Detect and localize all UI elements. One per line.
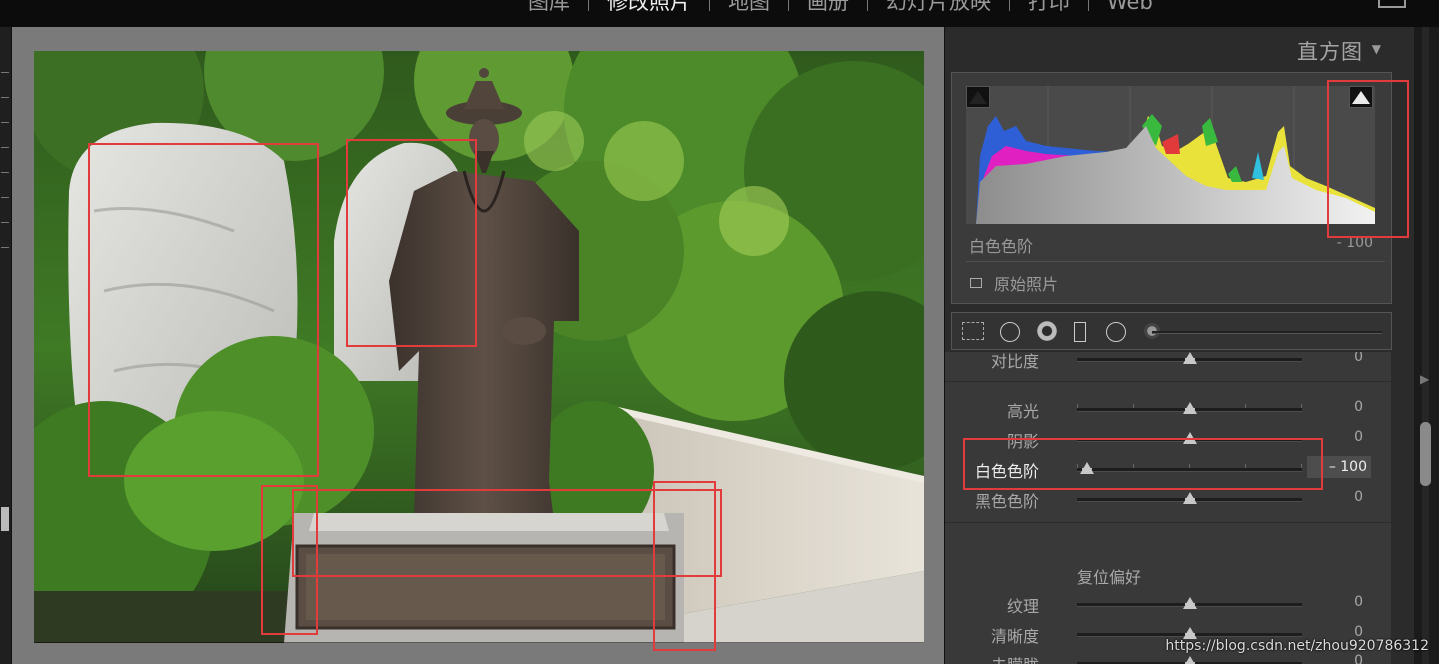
- triangle-up-icon: [969, 91, 987, 104]
- divider: [945, 381, 1391, 382]
- spot-removal-icon[interactable]: [1000, 322, 1020, 342]
- triangle-right-icon[interactable]: ▶: [1420, 372, 1429, 386]
- module-library[interactable]: 图库: [510, 0, 588, 14]
- module-slideshow[interactable]: 幻灯片放映: [868, 0, 1009, 14]
- slider-knob[interactable]: [1182, 656, 1197, 664]
- slider-value[interactable]: 0: [1354, 352, 1363, 365]
- annotation-box: [1327, 80, 1409, 238]
- left-tick: [1, 72, 9, 73]
- scroll-thumb[interactable]: [1420, 422, 1431, 486]
- slider-tick: [1245, 404, 1246, 408]
- watermark: https://blog.csdn.net/zhou920786312: [1165, 638, 1429, 654]
- slider-value[interactable]: 0: [1354, 653, 1363, 664]
- slider-knob[interactable]: [1182, 492, 1197, 504]
- slider-row-contrast: 对比度 0: [945, 352, 1391, 372]
- blacks-slider[interactable]: [1077, 492, 1302, 504]
- highlights-slider[interactable]: [1077, 402, 1302, 414]
- module-list: 图库 修改照片 地图 画册 幻灯片放映 打印 Web: [510, 0, 1171, 14]
- divider: [966, 261, 1385, 262]
- brush-size-track[interactable]: [1152, 331, 1382, 334]
- graduated-filter-icon[interactable]: [1074, 322, 1086, 342]
- histogram-title[interactable]: 直方图: [1297, 36, 1363, 66]
- radial-filter-icon[interactable]: [1106, 322, 1126, 342]
- scroll-track[interactable]: [1422, 27, 1429, 664]
- left-tick: [1, 222, 9, 223]
- slider-label: 对比度: [990, 352, 1039, 371]
- slider-tick: [1077, 404, 1078, 408]
- crop-overlay-icon[interactable]: [962, 322, 984, 340]
- shadow-clipping-button[interactable]: [966, 86, 990, 108]
- slider-knob[interactable]: [1182, 352, 1197, 364]
- slider-value[interactable]: 0: [1354, 594, 1363, 610]
- slider-tick: [1301, 404, 1302, 408]
- left-tick: [1, 122, 9, 123]
- module-book[interactable]: 画册: [789, 0, 867, 14]
- slider-value[interactable]: 0: [1354, 399, 1363, 415]
- histogram-graph: [966, 86, 1375, 224]
- develop-panel: 直方图 ▼ 白色色阶 - 100 原始照片 对比度 0 高光 0 阴影 0 白色…: [944, 27, 1415, 664]
- slider-label: 黑色色阶: [974, 492, 1039, 511]
- module-print[interactable]: 打印: [1010, 0, 1088, 14]
- slider-label: 清晰度: [990, 627, 1039, 646]
- left-tick: [1, 147, 9, 148]
- annotation-box: [653, 481, 716, 651]
- contrast-slider[interactable]: [1077, 352, 1302, 364]
- texture-slider[interactable]: [1077, 597, 1302, 609]
- divider: [945, 522, 1391, 523]
- clarity-slider[interactable]: [1077, 627, 1302, 639]
- left-tick: [1, 197, 9, 198]
- annotation-box: [346, 139, 477, 347]
- left-tick: [1, 247, 9, 248]
- annotation-box: [88, 143, 319, 477]
- module-bar: 图库 修改照片 地图 画册 幻灯片放映 打印 Web: [0, 0, 1439, 27]
- tool-strip: [951, 312, 1392, 350]
- panel-scrollbar[interactable]: [1414, 27, 1439, 664]
- slider-knob[interactable]: [1182, 402, 1197, 414]
- left-panel-edge[interactable]: [0, 27, 12, 664]
- panel-toggle-icon[interactable]: [1378, 0, 1406, 8]
- module-develop[interactable]: 修改照片: [589, 0, 709, 14]
- slider-label: 高光: [1006, 402, 1039, 421]
- slider-value[interactable]: 0: [1354, 429, 1363, 445]
- module-map[interactable]: 地图: [710, 0, 788, 14]
- left-tick: [1, 97, 9, 98]
- slider-row-highlights: 高光 0: [945, 396, 1391, 422]
- slider-row-texture: 纹理 0: [945, 591, 1391, 617]
- red-eye-icon[interactable]: [1036, 320, 1058, 342]
- slider-knob[interactable]: [1182, 597, 1197, 609]
- histogram-info-label: 白色色阶: [969, 237, 1034, 256]
- slider-tick: [1133, 404, 1134, 408]
- left-scroll-thumb[interactable]: [1, 507, 9, 531]
- original-photo-checkbox[interactable]: [970, 278, 982, 288]
- module-web[interactable]: Web: [1089, 0, 1171, 14]
- photo-canvas[interactable]: [12, 27, 944, 664]
- slider-label: 去朦胧: [991, 652, 1039, 664]
- annotation-box: [963, 438, 1323, 490]
- histogram-box: 白色色阶 - 100 原始照片: [951, 72, 1392, 304]
- original-photo-label[interactable]: 原始照片: [994, 271, 1058, 295]
- left-tick: [1, 172, 9, 173]
- slider-label: 纹理: [1006, 597, 1039, 616]
- triangle-down-icon[interactable]: ▼: [1372, 42, 1381, 56]
- basic-panel: 对比度 0 高光 0 阴影 0 白色色阶 – 100 黑色色阶 0 复位偏好 纹…: [945, 352, 1391, 664]
- slider-value[interactable]: 0: [1354, 489, 1363, 505]
- presence-title: 复位偏好: [1077, 568, 1142, 587]
